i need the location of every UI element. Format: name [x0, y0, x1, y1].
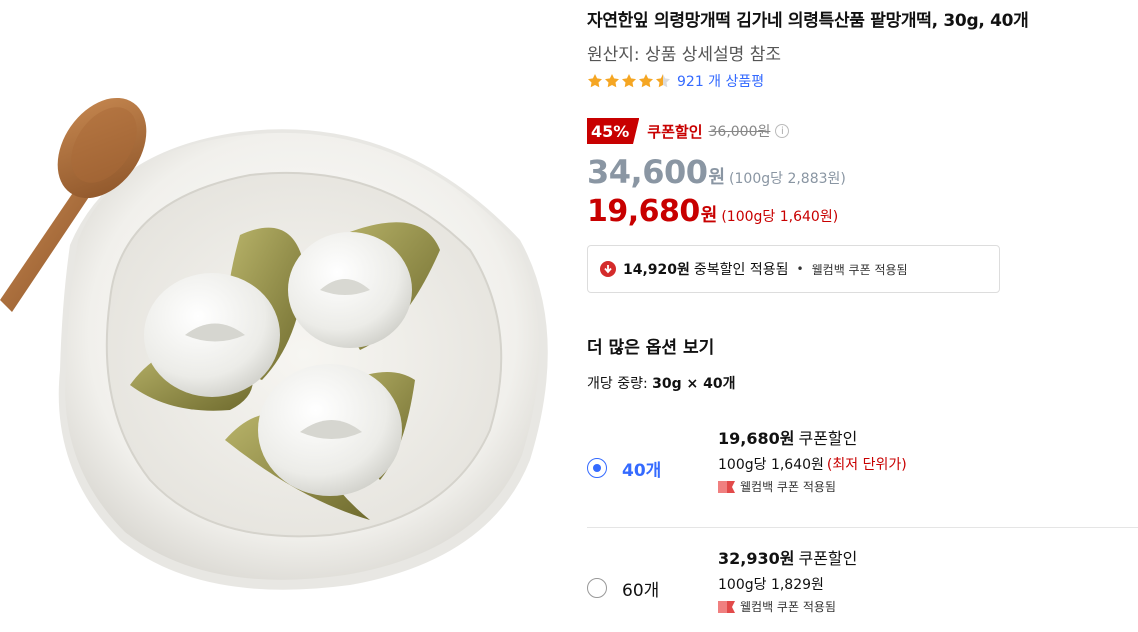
sale-price: 34,600 — [587, 153, 708, 191]
option-qty[interactable]: 40개 — [622, 456, 661, 481]
original-price: 36,000원 — [708, 124, 771, 140]
option-item[interactable]: 40개 19,680원 쿠폰할인 100g당 1,640원 (최저 단위가) 웰컴백… — [587, 420, 1138, 528]
product-origin: 원산지: 상품 상세설명 참조 — [587, 45, 781, 65]
half-star-icon — [656, 74, 670, 88]
star-icon — [605, 74, 619, 88]
option-unit-price: 100g당 1,640원 (최저 단위가) — [718, 454, 907, 474]
option-item[interactable]: 60개 32,930원 쿠폰할인 100g당 1,829원 웰컴백 쿠폰 적용됨 — [587, 540, 1138, 632]
option-welcome-text: 웰컴백 쿠폰 적용됨 — [740, 600, 836, 614]
rating-stars — [587, 73, 671, 89]
sale-price-row: 34,600 원 (100g당 2,883원) — [587, 153, 846, 191]
option-price-value: 32,930원 — [718, 549, 795, 568]
unit-weight-label: 개당 중량: — [587, 376, 653, 392]
lowest-unit-price-label: (최저 단위가) — [826, 457, 907, 473]
option-unit-price-value: 100g당 1,640원 — [718, 457, 824, 473]
star-icon — [588, 74, 602, 88]
down-arrow-icon — [600, 261, 616, 277]
benefit-amount: 14,920원 — [623, 262, 690, 278]
discount-badge: 45% — [587, 118, 640, 144]
coupon-price-currency: 원 — [700, 205, 718, 226]
option-price: 19,680원 쿠폰할인 — [718, 425, 907, 449]
separator-dot: • — [796, 262, 804, 276]
coupon-discount-label: 쿠폰할인 — [647, 122, 703, 141]
coupon-price: 19,680 — [587, 194, 700, 229]
product-info-panel: 자연한잎 의령망개떡 김가네 의령특산품 팥망개떡, 30g, 40개 원산지:… — [587, 0, 1138, 632]
star-icon — [639, 74, 653, 88]
product-title: 자연한잎 의령망개떡 김가네 의령특산품 팥망개떡, 30g, 40개 — [587, 11, 1029, 31]
coupon-price-row: 19,680 원 (100g당 1,640원) — [587, 194, 838, 229]
unit-weight-value: 30g × 40개 — [652, 376, 736, 392]
option-welcome-coupon: 웰컴백 쿠폰 적용됨 — [718, 478, 907, 495]
option-welcome-text: 웰컴백 쿠폰 적용됨 — [740, 480, 836, 494]
welcome-coupon-text: 웰컴백 쿠폰 적용됨 — [811, 262, 908, 277]
option-detail: 19,680원 쿠폰할인 100g당 1,640원 (최저 단위가) 웰컴백 쿠폰 … — [718, 425, 907, 495]
option-radio[interactable] — [587, 458, 607, 478]
sale-price-currency: 원 — [708, 167, 726, 188]
discount-row: 45% 쿠폰할인 36,000원 i — [587, 117, 790, 145]
product-image[interactable] — [0, 0, 580, 632]
option-coupon-label: 쿠폰할인 — [798, 549, 858, 568]
star-icon — [622, 74, 636, 88]
review-count-link[interactable]: 921 개 상품평 — [677, 71, 764, 91]
rating-row[interactable]: 921 개 상품평 — [587, 71, 764, 91]
option-detail: 32,930원 쿠폰할인 100g당 1,829원 웰컴백 쿠폰 적용됨 — [718, 545, 857, 615]
option-welcome-coupon: 웰컴백 쿠폰 적용됨 — [718, 598, 857, 615]
product-photo-illustration — [0, 97, 548, 590]
coupon-unit-price: (100g당 1,640원) — [721, 209, 839, 225]
option-unit-price: 100g당 1,829원 — [718, 574, 857, 594]
more-options-header: 더 많은 옵션 보기 — [587, 338, 715, 358]
coupon-flag-icon — [718, 600, 735, 613]
option-unit-price-value: 100g당 1,829원 — [718, 577, 824, 593]
benefit-box[interactable]: 14,920원 중복할인 적용됨 • 웰컴백 쿠폰 적용됨 — [587, 245, 1000, 293]
coupon-flag-icon — [718, 480, 735, 493]
option-coupon-label: 쿠폰할인 — [798, 429, 858, 448]
benefit-label: 중복할인 적용됨 — [693, 262, 789, 278]
option-qty[interactable]: 60개 — [622, 576, 659, 601]
option-radio[interactable] — [587, 578, 607, 598]
option-price: 32,930원 쿠폰할인 — [718, 545, 857, 569]
sale-unit-price: (100g당 2,883원) — [729, 171, 846, 187]
option-price-value: 19,680원 — [718, 429, 795, 448]
unit-weight: 개당 중량: 30g × 40개 — [587, 373, 736, 393]
info-icon[interactable]: i — [775, 124, 790, 138]
